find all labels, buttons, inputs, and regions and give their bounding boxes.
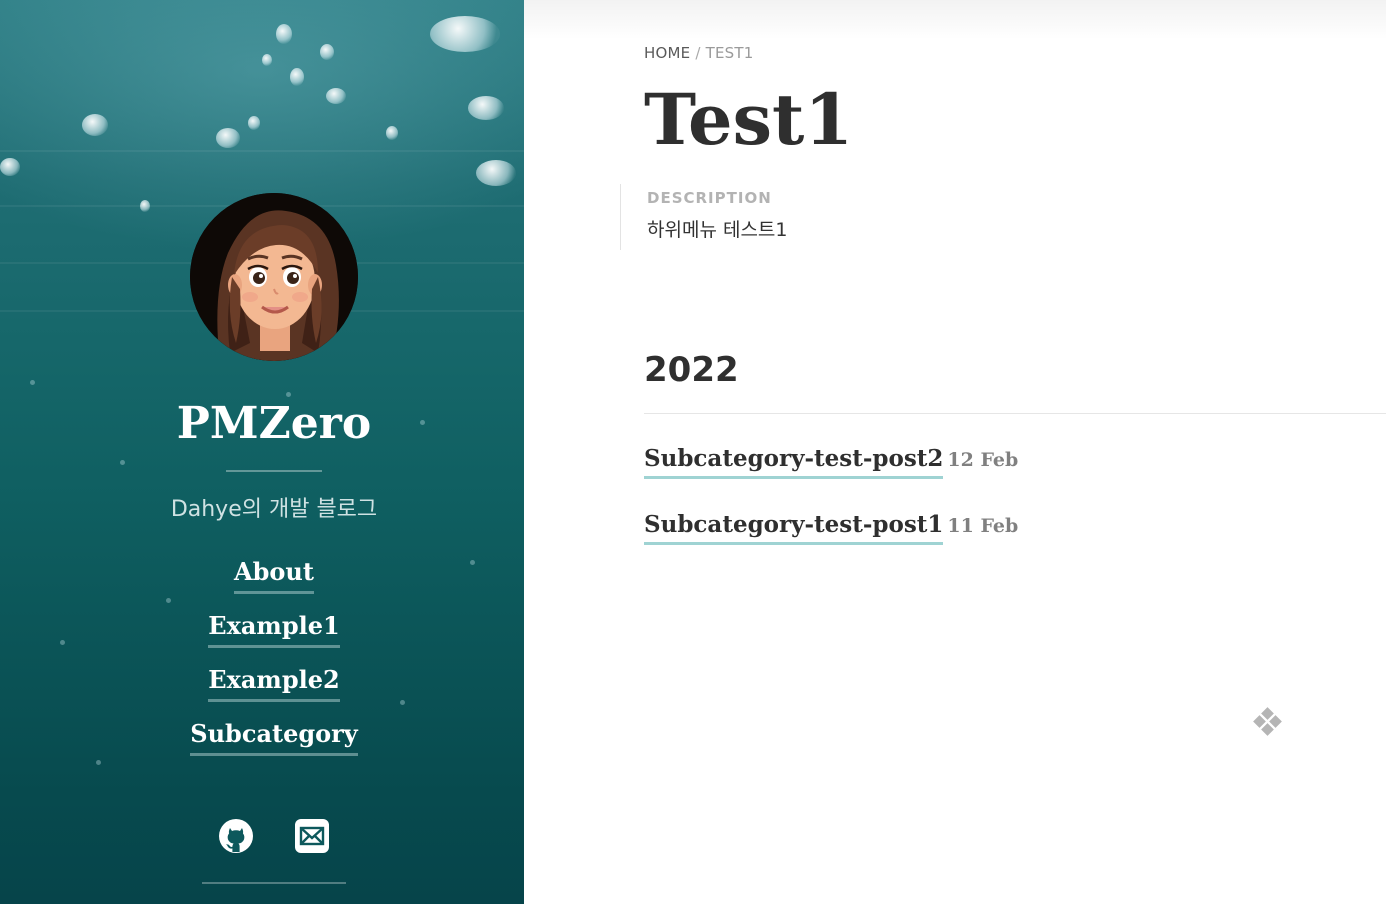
water-bubble bbox=[140, 200, 150, 212]
social-links bbox=[0, 817, 524, 855]
water-bubble bbox=[248, 116, 260, 130]
nav-item: About bbox=[0, 556, 524, 610]
post-link[interactable]: Subcategory-test-post1 bbox=[644, 510, 944, 545]
nav-link-example1[interactable]: Example1 bbox=[208, 610, 340, 648]
nav-link-subcategory[interactable]: Subcategory bbox=[190, 718, 358, 756]
water-speck bbox=[120, 460, 125, 465]
post-list: Subcategory-test-post2 12 Feb Subcategory… bbox=[644, 444, 1018, 576]
water-bubble bbox=[276, 24, 292, 44]
nav-item: Example2 bbox=[0, 664, 524, 718]
water-bubble bbox=[0, 158, 20, 176]
description-text: 하위메뉴 테스트1 bbox=[647, 219, 788, 241]
mail-icon[interactable] bbox=[293, 817, 331, 855]
diamond-grid-icon[interactable] bbox=[1252, 706, 1284, 738]
github-icon[interactable] bbox=[217, 817, 255, 855]
nav-item: Subcategory bbox=[0, 718, 524, 772]
nav-item: Example1 bbox=[0, 610, 524, 664]
site-tagline: Dahye의 개발 블로그 bbox=[170, 497, 378, 522]
breadcrumb-current: TEST1 bbox=[705, 44, 754, 62]
water-speck bbox=[30, 380, 35, 385]
water-ripple bbox=[0, 150, 524, 152]
site-title[interactable]: PMZero bbox=[0, 398, 524, 449]
sidebar: PMZero Dahye의 개발 블로그 About Example1 Exam… bbox=[0, 0, 524, 904]
post-list-item: Subcategory-test-post1 11 Feb bbox=[644, 510, 1018, 576]
post-date: 11 Feb bbox=[947, 515, 1019, 537]
post-date: 12 Feb bbox=[947, 449, 1019, 471]
sidebar-bottom-divider bbox=[202, 882, 346, 884]
archive-year-heading: 2022 bbox=[644, 350, 739, 390]
water-bubble bbox=[468, 96, 504, 120]
sidebar-nav: About Example1 Example2 Subcategory bbox=[0, 556, 524, 772]
water-bubble bbox=[386, 126, 398, 140]
main-top-shadow bbox=[524, 0, 1386, 40]
water-speck bbox=[286, 392, 291, 397]
avatar bbox=[190, 193, 358, 361]
page-title: Test1 bbox=[644, 78, 854, 161]
description-label: DESCRIPTION bbox=[647, 189, 772, 207]
water-bubble bbox=[216, 128, 240, 148]
post-list-item: Subcategory-test-post2 12 Feb bbox=[644, 444, 1018, 510]
title-divider bbox=[226, 470, 322, 472]
breadcrumb: HOME / TEST1 bbox=[644, 44, 753, 62]
water-bubble bbox=[326, 88, 346, 104]
water-bubble bbox=[476, 160, 516, 186]
year-divider bbox=[644, 413, 1386, 414]
water-bubble bbox=[290, 68, 304, 86]
breadcrumb-home-link[interactable]: HOME bbox=[644, 44, 690, 62]
nav-link-example2[interactable]: Example2 bbox=[208, 664, 340, 702]
water-bubble bbox=[262, 54, 272, 66]
water-bubble bbox=[430, 16, 500, 52]
water-bubble bbox=[320, 44, 334, 60]
water-bubble bbox=[82, 114, 108, 136]
breadcrumb-separator: / bbox=[695, 44, 701, 62]
post-link[interactable]: Subcategory-test-post2 bbox=[644, 444, 944, 479]
page-description: DESCRIPTION 하위메뉴 테스트1 bbox=[620, 184, 788, 250]
nav-link-about[interactable]: About bbox=[234, 556, 314, 594]
